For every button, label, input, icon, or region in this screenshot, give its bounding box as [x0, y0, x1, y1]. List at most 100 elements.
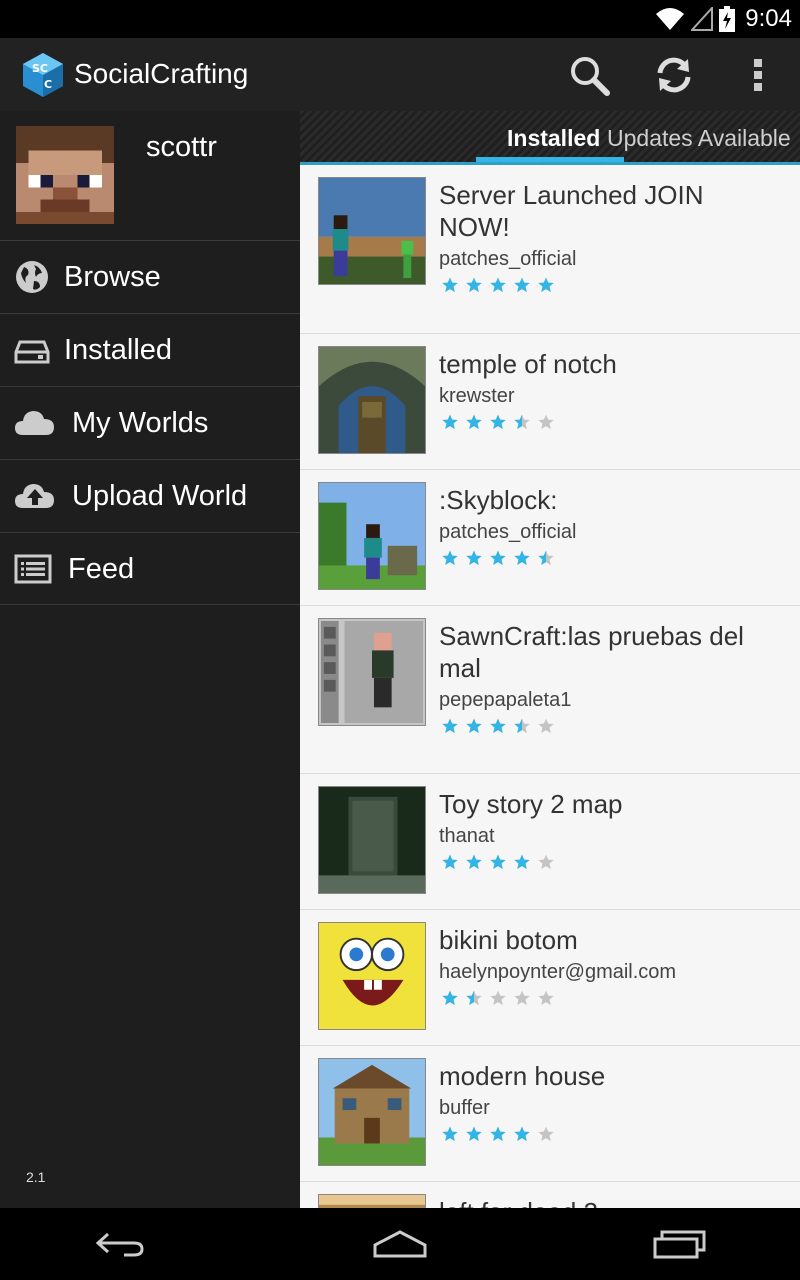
world-author: haelynpoynter@gmail.com — [439, 961, 677, 983]
action-bar: SC C SocialCrafting — [0, 38, 800, 111]
star-full-icon — [442, 1126, 458, 1141]
rating-stars — [442, 718, 554, 734]
star-empty-icon — [538, 854, 554, 869]
world-title: modern house — [439, 1061, 606, 1091]
star-empty-icon — [538, 990, 554, 1005]
overflow-menu-button[interactable] — [735, 52, 781, 98]
recents-button[interactable] — [645, 1220, 715, 1268]
nav-label-installed: Installed — [64, 334, 173, 366]
star-empty-icon — [538, 718, 554, 733]
star-full-icon — [538, 277, 554, 292]
star-full-icon — [442, 277, 458, 292]
version-label: 2.1 — [26, 1169, 46, 1185]
world-thumbnail — [318, 786, 426, 894]
globe-icon — [16, 261, 48, 293]
star-half-icon — [514, 718, 530, 733]
star-full-icon — [466, 550, 482, 565]
list-item[interactable]: Toy story 2 map thanat — [300, 774, 800, 910]
list-item[interactable]: left for dead 2 — [300, 1182, 800, 1208]
star-full-icon — [442, 990, 458, 1005]
drive-icon — [14, 340, 50, 364]
nav-item-upload-world[interactable]: Upload World — [0, 459, 300, 532]
nav-item-my-worlds[interactable]: My Worlds — [0, 386, 300, 459]
world-title: bikini botom — [439, 925, 578, 955]
star-full-icon — [514, 550, 530, 565]
rating-stars — [442, 854, 554, 870]
cloud-upload-icon — [15, 484, 54, 508]
status-bar: 9:04 — [0, 0, 800, 38]
back-button[interactable] — [85, 1220, 155, 1268]
nav-item-browse[interactable]: Browse — [0, 240, 300, 313]
list-item[interactable]: :Skyblock: patches_official — [300, 470, 800, 606]
tab-updates-available[interactable]: Updates Available — [607, 125, 791, 152]
tab-installed[interactable]: Installed — [507, 125, 600, 152]
search-button[interactable] — [566, 52, 612, 98]
world-author: patches_official — [439, 248, 577, 270]
nav-label-feed: Feed — [68, 553, 135, 585]
rating-stars — [442, 990, 554, 1006]
star-empty-icon — [538, 1126, 554, 1141]
world-thumbnail — [318, 1194, 426, 1208]
star-empty-icon — [514, 990, 530, 1005]
star-full-icon — [466, 718, 482, 733]
star-full-icon — [466, 414, 482, 429]
world-author: thanat — [439, 825, 495, 847]
star-half-icon — [538, 550, 554, 565]
world-thumbnail — [318, 177, 426, 285]
world-title: Server Launched JOIN NOW! — [439, 180, 704, 242]
world-author: buffer — [439, 1097, 490, 1119]
list-item[interactable]: temple of notch krewster — [300, 334, 800, 470]
system-nav-bar — [0, 1208, 800, 1280]
world-thumbnail — [318, 922, 426, 1030]
app-logo-icon[interactable]: SC C — [22, 52, 64, 98]
cloud-icon — [15, 411, 54, 435]
list-icon — [14, 554, 52, 584]
rating-stars — [442, 1126, 554, 1142]
star-full-icon — [490, 854, 506, 869]
world-title: Toy story 2 map — [439, 789, 623, 819]
star-half-icon — [466, 990, 482, 1005]
rating-stars — [442, 550, 554, 566]
navigation-drawer: scottr Browse Installed My Worlds Upload… — [0, 111, 300, 1208]
search-icon — [571, 57, 610, 96]
list-item[interactable]: SawnCraft:las pruebas del mal pepepapale… — [300, 606, 800, 774]
nav-label-browse: Browse — [64, 261, 161, 293]
nav-item-feed[interactable]: Feed — [0, 532, 300, 605]
star-full-icon — [442, 854, 458, 869]
star-empty-icon — [490, 990, 506, 1005]
list-item[interactable]: bikini botom haelynpoynter@gmail.com — [300, 910, 800, 1046]
refresh-button[interactable] — [651, 52, 697, 98]
world-thumbnail — [318, 482, 426, 590]
status-time: 9:04 — [745, 5, 792, 32]
recents-icon — [653, 1230, 706, 1259]
svg-text:C: C — [44, 78, 52, 91]
tab-bar: Installed Updates Available — [300, 111, 800, 165]
star-full-icon — [514, 277, 530, 292]
star-full-icon — [466, 854, 482, 869]
tab-indicator — [476, 157, 624, 162]
status-icons: 9:04 — [655, 4, 792, 34]
star-half-icon — [514, 414, 530, 429]
home-icon — [373, 1230, 427, 1258]
list-item[interactable]: Server Launched JOIN NOW! patches_offici… — [300, 165, 800, 334]
overflow-menu-icon — [754, 59, 762, 91]
star-full-icon — [490, 718, 506, 733]
nav-item-installed[interactable]: Installed — [0, 313, 300, 386]
world-author: pepepapaleta1 — [439, 689, 572, 711]
star-full-icon — [442, 550, 458, 565]
app-title: SocialCrafting — [74, 58, 249, 89]
username: scottr — [146, 131, 217, 163]
profile-header[interactable]: scottr — [0, 111, 300, 241]
star-full-icon — [490, 277, 506, 292]
star-full-icon — [514, 1126, 530, 1141]
star-full-icon — [442, 414, 458, 429]
world-thumbnail — [318, 346, 426, 454]
avatar — [16, 126, 114, 224]
star-empty-icon — [538, 414, 554, 429]
list-item[interactable]: modern house buffer — [300, 1046, 800, 1182]
battery-icon — [719, 6, 736, 32]
nav-label-my-worlds: My Worlds — [72, 407, 209, 439]
world-list: Server Launched JOIN NOW! patches_offici… — [300, 165, 800, 1208]
world-title: left for dead 2 — [439, 1196, 779, 1208]
home-button[interactable] — [365, 1220, 435, 1268]
